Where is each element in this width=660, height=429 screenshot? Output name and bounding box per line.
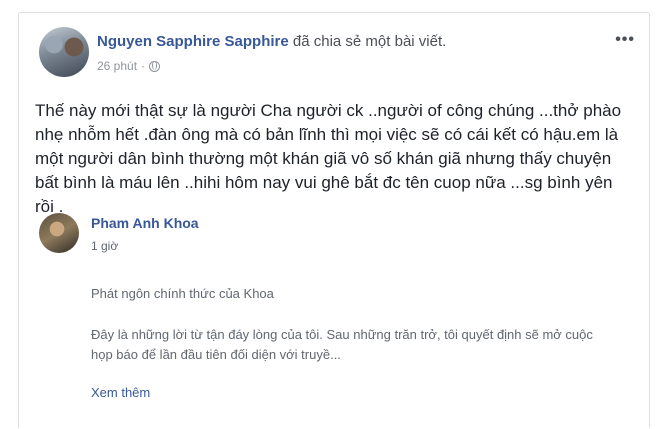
post-body-text: Thế này mới thật sự là người Cha người c… — [35, 101, 622, 216]
shared-post-paragraph-2: Đây là những lời từ tận đáy lòng của tôi… — [91, 327, 593, 362]
post-meta: 26 phút · — [97, 59, 161, 73]
meta-separator: · — [141, 59, 146, 73]
author-avatar[interactable] — [39, 27, 89, 77]
post-timestamp[interactable]: 26 phút — [97, 59, 137, 73]
shared-post-paragraph-1: Phát ngôn chính thức của Khoa — [91, 286, 274, 301]
feed-post: Nguyen Sapphire Sapphire đã chia sẻ một … — [18, 12, 650, 428]
see-more-link[interactable]: Xem thêm — [91, 385, 150, 400]
globe-icon[interactable] — [149, 60, 161, 72]
author-name-link[interactable]: Nguyen Sapphire Sapphire — [97, 33, 289, 50]
shared-post-timestamp[interactable]: 1 giờ — [91, 239, 118, 253]
post-action-text: đã chia sẻ một bài viết. — [288, 33, 447, 50]
more-options-button[interactable]: ••• — [615, 31, 635, 49]
shared-post: Pham Anh Khoa 1 giờ Phát ngôn chính thức… — [35, 209, 635, 429]
post-header: Nguyen Sapphire Sapphire đã chia sẻ một … — [97, 33, 446, 50]
shared-author-name-link[interactable]: Pham Anh Khoa — [91, 215, 199, 231]
shared-author-avatar[interactable] — [39, 213, 79, 253]
